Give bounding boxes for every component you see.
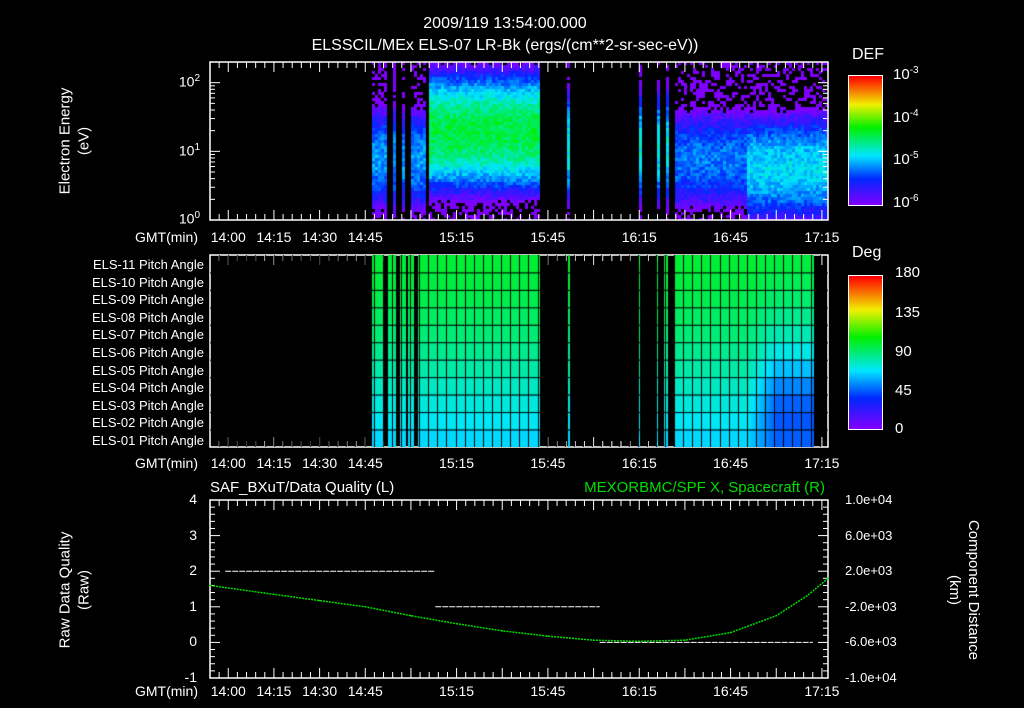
pitch-row-label: ELS-11 Pitch Angle [92,257,204,272]
spacecraft-x-point [410,614,412,617]
colorbar-label: 10-4 [893,108,919,126]
pitch-row-label: ELS-04 Pitch Angle [91,380,204,396]
left-tick-label: 4 [189,491,197,507]
time-tick-label: 15:45 [530,229,566,245]
time-tick-label: 15:15 [439,229,475,245]
colorbar-label: 10-3 [893,65,919,83]
distance-label: Component Distance [964,519,982,661]
y-tick-label: 100 [178,210,200,227]
left-tick-label: 0 [189,633,197,650]
energy-axis-label: Electron Energy (eV) [56,88,94,195]
spacecraft-x-line [209,577,829,643]
pitch-angle-heatmap [210,255,828,447]
time-tick-label: 15:45 [530,683,566,699]
spacecraft-x-point [805,595,808,597]
spacecraft-x-point [455,622,458,625]
pitch-row-label: ELS-03 Pitch Angle [91,397,204,413]
energy-units: (eV) [75,126,92,156]
right-tick-label: -2.0e+03 [845,598,897,614]
time-tick-label: 14:30 [302,683,338,699]
time-tick-label: 15:45 [530,455,566,471]
time-axis-title: GMT(min) [135,455,198,471]
time-tick-label: 15:15 [439,455,475,471]
deg-colorbar [848,275,883,430]
right-tick-label: 1.0e+04 [845,492,893,507]
left-tick-label: -1 [184,669,197,685]
time-tick-label: 14:00 [210,455,246,471]
pitch-row-label: ELS-02 Pitch Angle [91,415,204,431]
energy-plot-frame [209,61,829,221]
pitch-row-label: ELS-07 Pitch Angle [91,327,204,343]
time-tick-label: 17:15 [804,455,840,471]
colorbar-label: 0 [895,420,904,437]
def-colorbar-title: DEF [852,46,884,63]
time-tick-label: 14:45 [347,229,383,245]
spacecraft-x-point [592,639,595,641]
spacecraft-x-point [273,593,275,596]
right-tick-label: 2.0e+03 [845,563,893,579]
quality-plot-frame [209,499,829,679]
colorbar-label: 135 [895,304,921,321]
spacecraft-x-point [364,606,367,608]
right-series-title: MEXORBMC/SPF X, Spacecraft (R) [584,479,825,496]
time-tick-label: 16:45 [713,455,749,471]
spacecraft-x-point [638,640,641,643]
time-tick-label: 14:30 [302,455,338,471]
energy-label: Electron Energy [56,87,74,195]
time-tick-label: 14:45 [347,683,383,699]
pitch-row-label: ELS-05 Pitch Angle [91,362,204,378]
deg-colorbar-title: Deg [852,244,882,261]
quality-axis-label: Raw Data Quality (Raw) [56,532,94,649]
time-tick-label: 16:15 [621,683,657,699]
time-tick-label: 16:15 [621,455,657,471]
spacecraft-x-point [209,584,211,587]
distance-axis-label: Component Distance (km) [944,520,982,660]
quality-units: (Raw) [75,570,92,610]
time-axis-title: GMT(min) [135,683,198,699]
time-tick-label: 16:45 [713,229,749,245]
time-tick-label: 16:45 [713,683,749,699]
time-tick-label: 14:00 [210,683,246,699]
time-tick-label: 15:15 [439,683,475,699]
right-tick-label: -6.0e+03 [845,634,897,650]
time-tick-label: 14:00 [210,229,246,245]
left-tick-label: 1 [189,597,197,614]
time-tick-label: 14:15 [256,455,292,471]
left-series-title: SAF_BXuT/Data Quality (L) [210,479,395,496]
distance-units: (km) [946,574,963,605]
time-tick-label: 17:15 [804,229,840,245]
right-tick-label: 6.0e+03 [845,527,893,543]
colorbar-label: 45 [895,382,912,399]
spacecraft-x-point [547,635,549,637]
pitch-row-label: ELS-01 Pitch Angle [91,433,204,448]
spacecraft-x-point [827,577,829,580]
time-tick-label: 17:15 [804,683,840,699]
spacecraft-x-point [775,614,778,617]
pitch-row-label: ELS-10 Pitch Angle [91,274,204,290]
time-tick-label: 14:45 [347,455,383,471]
pitch-row-label: ELS-08 Pitch Angle [91,309,204,325]
pitch-row-label: ELS-06 Pitch Angle [91,345,204,360]
left-tick-label: 3 [189,526,197,543]
left-tick-label: 2 [189,562,197,579]
time-tick-label: 14:15 [256,683,292,699]
spacecraft-x-point [501,630,504,632]
time-tick-label: 14:30 [302,229,338,245]
pitch-row-label: ELS-09 Pitch Angle [91,292,204,308]
quality-label: Raw Data Quality [56,531,74,649]
time-tick-label: 14:15 [256,229,292,245]
def-colorbar [848,75,883,206]
colorbar-label: 90 [895,343,912,360]
colorbar-label: 180 [895,264,921,281]
right-tick-label: -1.0e+04 [845,670,897,685]
y-tick-label: 102 [178,73,200,90]
colorbar-label: 10-5 [893,150,919,168]
colorbar-label: 10-6 [893,193,919,211]
spacecraft-x-point [729,631,732,634]
time-tick-label: 16:15 [621,229,657,245]
time-axis-title: GMT(min) [135,229,198,245]
spacecraft-x-point [318,599,321,602]
y-tick-label: 101 [178,142,200,159]
spacecraft-x-point [684,639,686,641]
